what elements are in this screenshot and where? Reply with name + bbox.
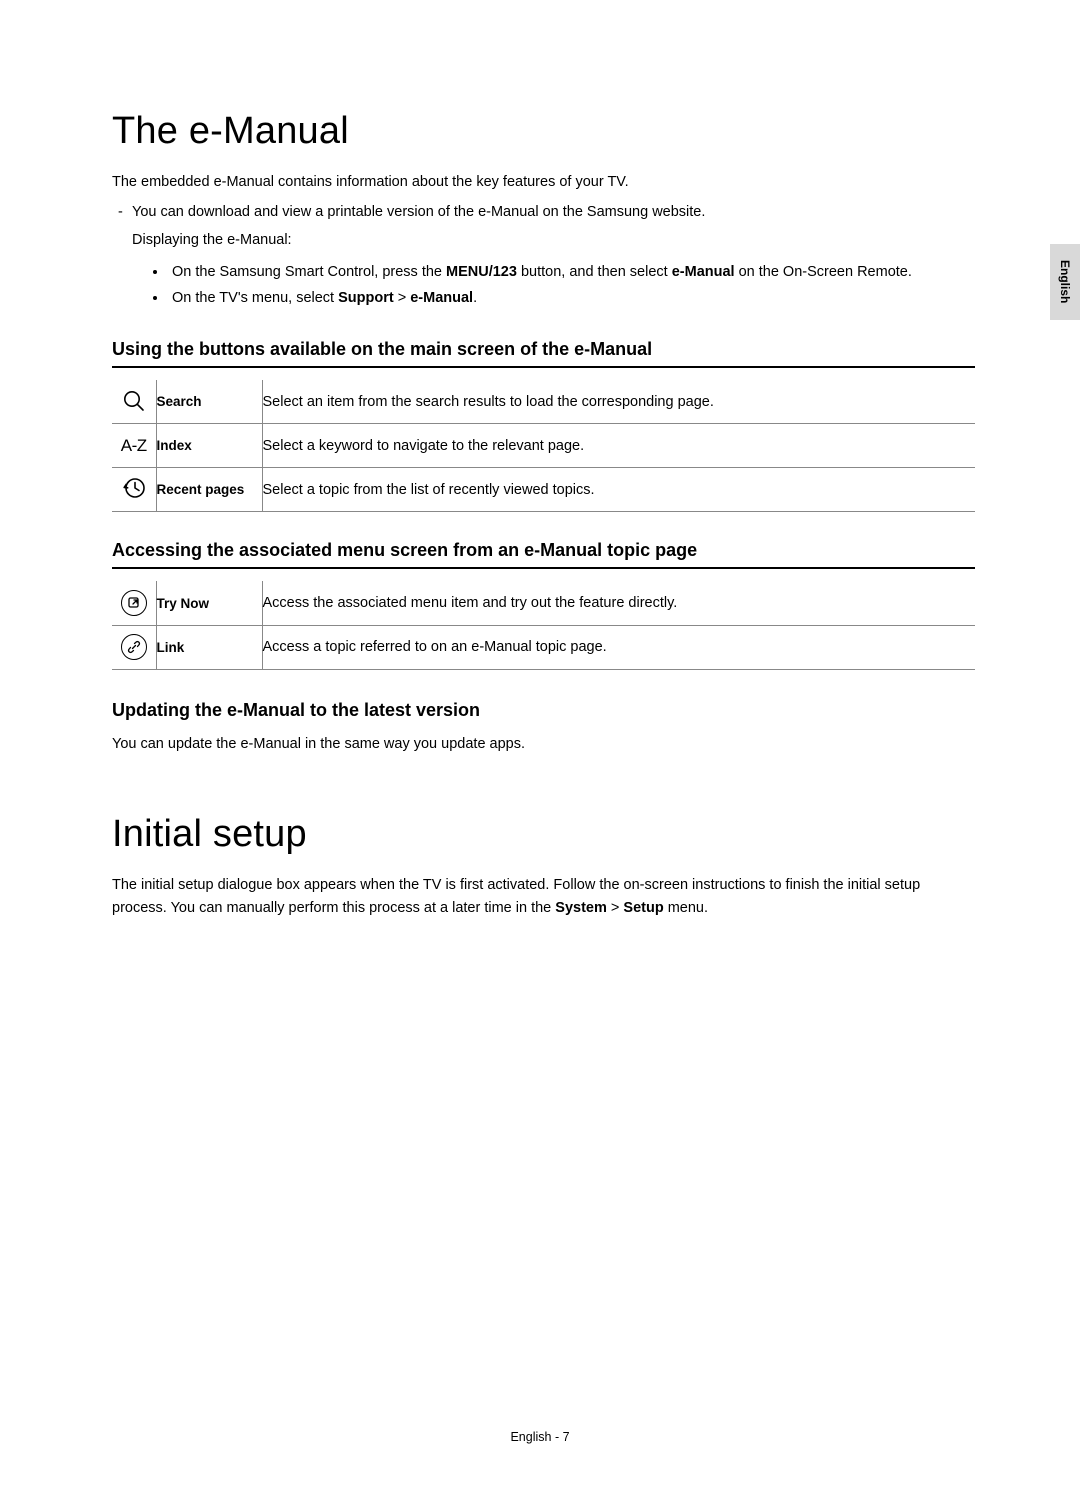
table-row: Link Access a topic referred to on an e-… bbox=[112, 625, 975, 669]
row-label: Recent pages bbox=[156, 468, 262, 512]
list-item: On the TV's menu, select Support > e-Man… bbox=[168, 285, 975, 311]
trynow-icon bbox=[121, 590, 147, 616]
footer-page-number: 7 bbox=[563, 1430, 570, 1444]
row-label: Index bbox=[156, 424, 262, 468]
search-icon bbox=[119, 386, 149, 416]
history-icon bbox=[119, 473, 149, 503]
table-row: Search Select an item from the search re… bbox=[112, 380, 975, 424]
page-footer: English - 7 bbox=[0, 1430, 1080, 1444]
list-item: On the Samsung Smart Control, press the … bbox=[168, 259, 975, 285]
search-icon-cell bbox=[112, 380, 156, 424]
row-label: Link bbox=[156, 625, 262, 669]
row-label: Search bbox=[156, 380, 262, 424]
link-icon-cell bbox=[112, 625, 156, 669]
trynow-icon-cell bbox=[112, 581, 156, 625]
initial-setup-text: The initial setup dialogue box appears w… bbox=[112, 874, 975, 919]
buttons-table: Search Select an item from the search re… bbox=[112, 380, 975, 513]
link-icon bbox=[121, 634, 147, 660]
subheading-updating: Updating the e-Manual to the latest vers… bbox=[112, 700, 975, 727]
display-steps-list: On the Samsung Smart Control, press the … bbox=[168, 259, 975, 311]
displaying-label: Displaying the e-Manual: bbox=[132, 228, 975, 253]
row-desc: Access a topic referred to on an e-Manua… bbox=[262, 625, 975, 669]
az-icon-cell: A-Z bbox=[112, 424, 156, 468]
subheading-accessing: Accessing the associated menu screen fro… bbox=[112, 540, 975, 569]
row-desc: Select a keyword to navigate to the rele… bbox=[262, 424, 975, 468]
row-desc: Select an item from the search results t… bbox=[262, 380, 975, 424]
subheading-buttons: Using the buttons available on the main … bbox=[112, 339, 975, 368]
access-table: Try Now Access the associated menu item … bbox=[112, 581, 975, 670]
az-icon: A-Z bbox=[119, 431, 149, 461]
footer-lang: English bbox=[510, 1430, 551, 1444]
language-tab: English bbox=[1050, 244, 1080, 320]
table-row: Try Now Access the associated menu item … bbox=[112, 581, 975, 625]
heading-emanual: The e-Manual bbox=[112, 110, 975, 153]
heading-initial-setup: Initial setup bbox=[112, 813, 975, 856]
intro-text: The embedded e-Manual contains informati… bbox=[112, 171, 975, 193]
table-row: A-Z Index Select a keyword to navigate t… bbox=[112, 424, 975, 468]
row-desc: Select a topic from the list of recently… bbox=[262, 468, 975, 512]
language-tab-label: English bbox=[1058, 260, 1072, 303]
manual-page: English The e-Manual The embedded e-Manu… bbox=[0, 0, 1080, 1494]
row-desc: Access the associated menu item and try … bbox=[262, 581, 975, 625]
dash-note: You can download and view a printable ve… bbox=[118, 201, 975, 223]
row-label: Try Now bbox=[156, 581, 262, 625]
updating-text: You can update the e-Manual in the same … bbox=[112, 733, 975, 755]
table-row: Recent pages Select a topic from the lis… bbox=[112, 468, 975, 512]
history-icon-cell bbox=[112, 468, 156, 512]
